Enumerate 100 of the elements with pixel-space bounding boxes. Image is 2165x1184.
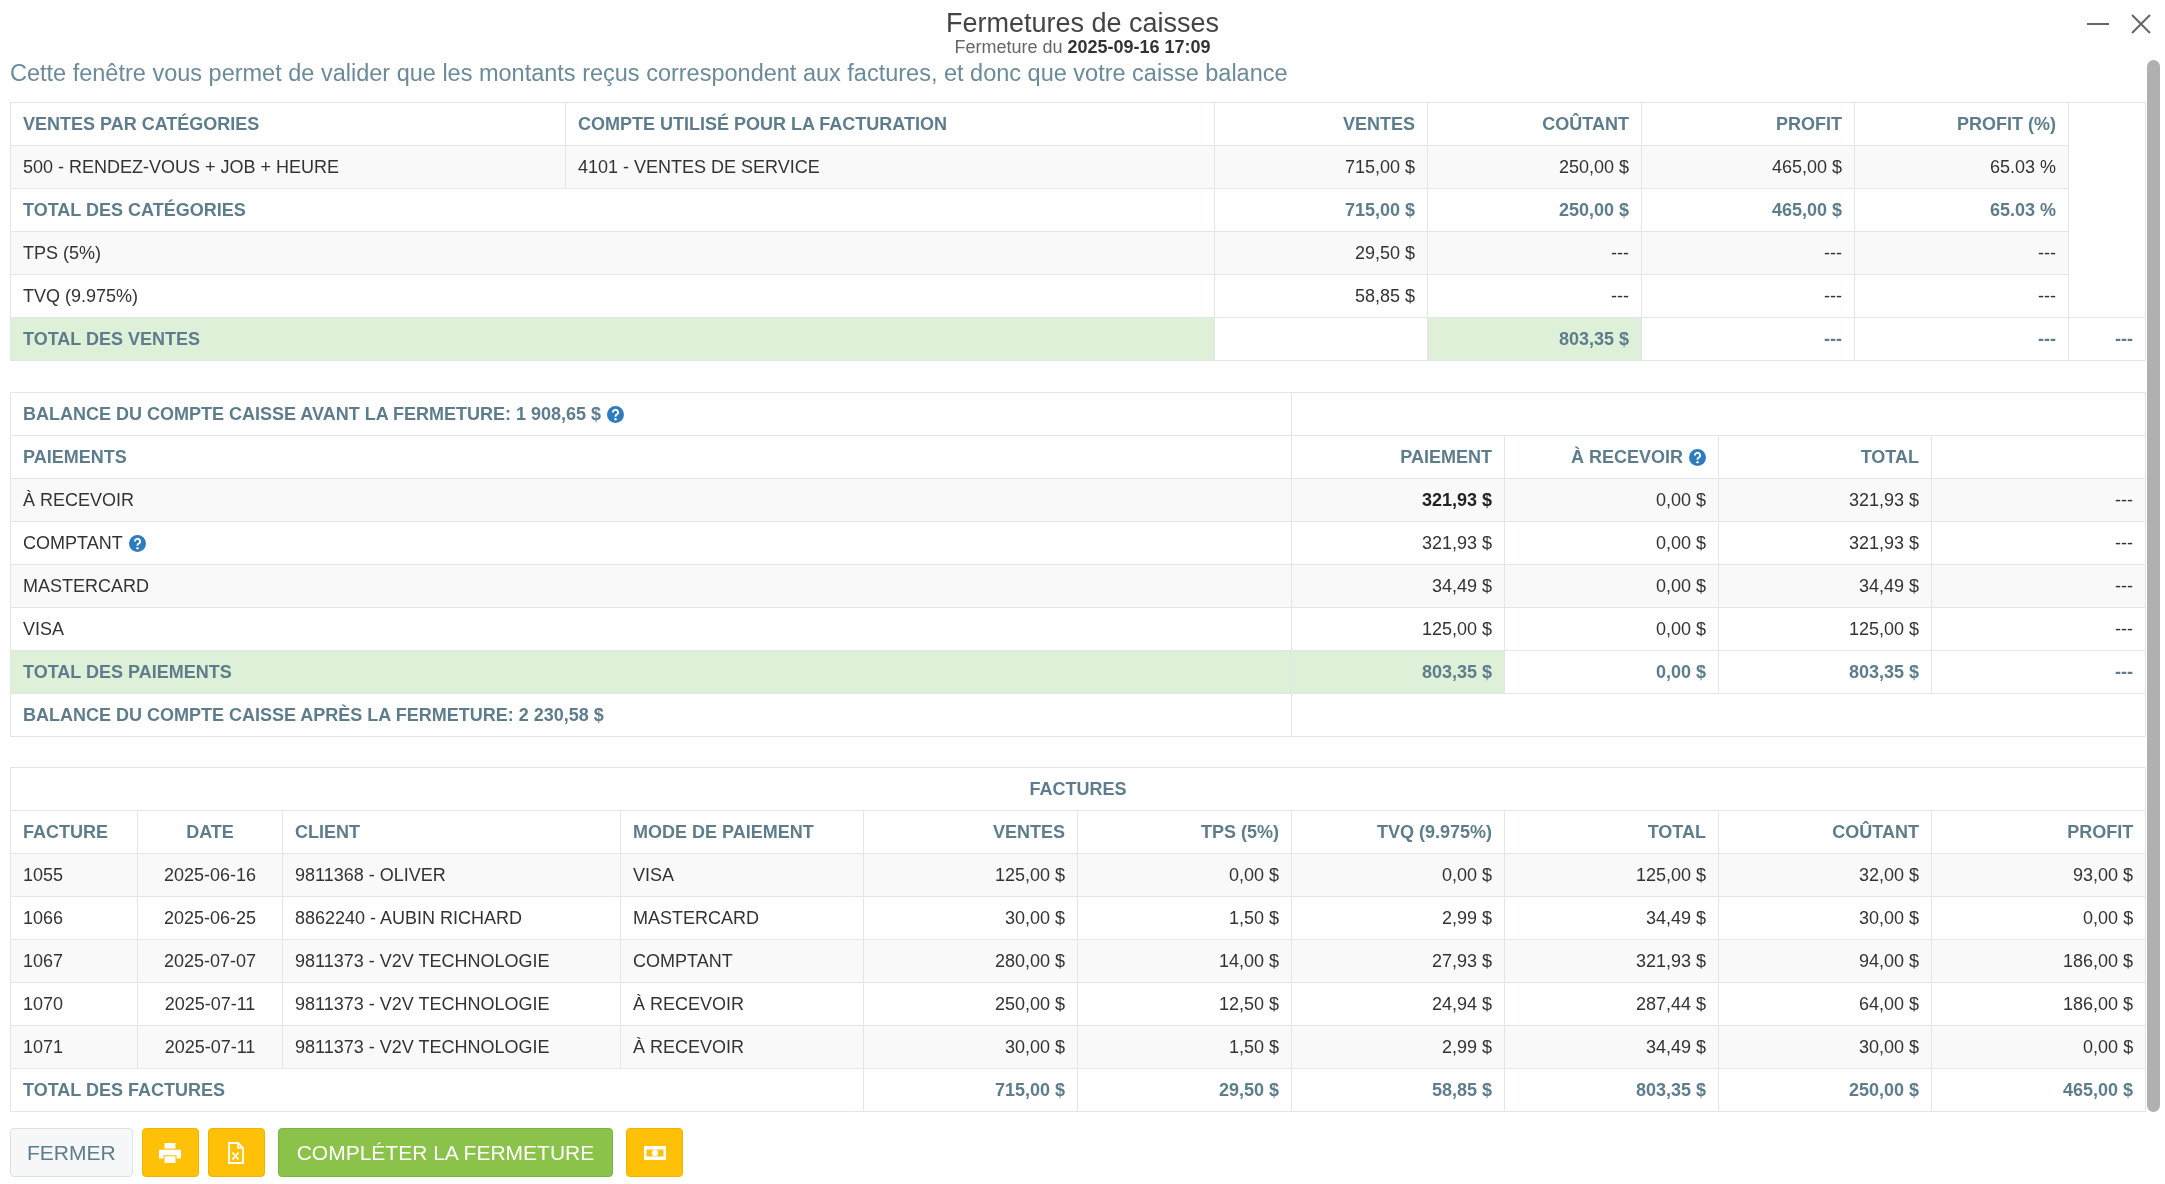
column-header: PROFIT: [1641, 102, 1855, 146]
table-cell: 34,49 $: [1291, 564, 1505, 608]
table-cell: 125,00 $: [1504, 853, 1719, 897]
table-title: FACTURES: [10, 767, 2146, 811]
table-cell: 321,93 $: [1504, 939, 1719, 983]
printer-icon: [159, 1141, 182, 1164]
table-cell: 0,00 $: [1077, 853, 1292, 897]
table-cell: 9811368 - OLIVER: [282, 853, 621, 897]
table-cell: 9811373 - V2V TECHNOLOGIE: [282, 1025, 621, 1069]
total-cell: 0,00 $: [1504, 650, 1719, 694]
table-cell: 2025-06-25: [137, 896, 283, 940]
total-cell: 250,00 $: [1718, 1068, 1932, 1112]
close-button[interactable]: FERMER: [10, 1128, 133, 1177]
balance-label: BALANCE DU COMPTE CAISSE APRÈS LA FERMETURE: 2 230,58 $: [23, 704, 604, 726]
table-cell: ---: [1931, 607, 2146, 651]
column-header: DATE: [137, 810, 283, 854]
column-header: TOTAL: [1504, 810, 1719, 854]
table-cell: À RECEVOIR: [620, 1025, 864, 1069]
table-cell: ---: [1641, 231, 1855, 275]
table-cell: 32,00 $: [1718, 853, 1932, 897]
table-cell: 2,99 $: [1291, 896, 1505, 940]
table-cell: 125,00 $: [863, 853, 1078, 897]
table-cell: 24,94 $: [1291, 982, 1505, 1026]
table-cell: 2025-07-11: [137, 982, 283, 1026]
table-cell: ---: [1931, 564, 2146, 608]
table-cell: 94,00 $: [1718, 939, 1932, 983]
table-cell: 1071: [10, 1025, 138, 1069]
table-cell: 4101 - VENTES DE SERVICE: [565, 145, 1215, 189]
total-cell: 250,00 $: [1427, 188, 1642, 232]
complete-button[interactable]: COMPLÉTER LA FERMETURE: [277, 1128, 614, 1177]
table-cell: 9811373 - V2V TECHNOLOGIE: [282, 982, 621, 1026]
balance-label: BALANCE DU COMPTE CAISSE AVANT LA FERMETURE: 1 908,65 $: [23, 403, 602, 425]
total-label: TOTAL DES PAIEMENTS: [10, 650, 1292, 694]
table-cell: 2,99 $: [1291, 1025, 1505, 1069]
column-header: TPS (5%): [1077, 810, 1292, 854]
table-cell: 1070: [10, 982, 138, 1026]
table-cell: MASTERCARD: [23, 575, 149, 597]
total-cell: 29,50 $: [1077, 1068, 1292, 1112]
table-cell: 1055: [10, 853, 138, 897]
column-header: VENTES: [863, 810, 1078, 854]
table-cell: 14,00 $: [1077, 939, 1292, 983]
table-cell: 0,00 $: [1504, 607, 1719, 651]
total-cell: 803,35 $: [1291, 650, 1505, 694]
table-cell: 500 - RENDEZ-VOUS + JOB + HEURE: [10, 145, 566, 189]
table-cell: ---: [1931, 478, 2146, 522]
table-cell: 34,49 $: [1718, 564, 1932, 608]
scrollbar-thumb[interactable]: [2147, 60, 2160, 1112]
table-cell: ---: [1427, 231, 1642, 275]
column-header: COÛTANT: [1427, 102, 1642, 146]
total-cell: 465,00 $: [1931, 1068, 2146, 1112]
table-cell: 0,00 $: [1504, 478, 1719, 522]
column-header: MODE DE PAIEMENT: [620, 810, 864, 854]
table-cell: 1066: [10, 896, 138, 940]
column-header: PAIEMENT: [1400, 446, 1492, 468]
total-cell: 803,35 $: [1504, 1068, 1719, 1112]
table-cell: COMPTANT: [620, 939, 864, 983]
table-cell: 9811373 - V2V TECHNOLOGIE: [282, 939, 621, 983]
table-cell: VISA: [23, 618, 65, 640]
column-header: TOTAL: [1860, 446, 1919, 468]
help-icon[interactable]: [1689, 448, 1706, 466]
total-label: TOTAL DES FACTURES: [10, 1068, 864, 1112]
total-cell: 715,00 $: [863, 1068, 1078, 1112]
column-header: TVQ (9.975%): [1291, 810, 1505, 854]
table-cell: MASTERCARD: [620, 896, 864, 940]
table-cell: COMPTANT: [23, 532, 123, 554]
table-cell: ---: [1427, 274, 1642, 318]
table-cell: 321,93 $: [1718, 478, 1932, 522]
minimize-icon: [2087, 22, 2109, 25]
table-cell: TVQ (9.975%): [10, 274, 1215, 318]
total-cell: 465,00 $: [1641, 188, 1855, 232]
table-cell: 465,00 $: [1641, 145, 1855, 189]
table-cell: 12,50 $: [1077, 982, 1292, 1026]
total-cell: 803,35 $: [1718, 650, 1932, 694]
table-cell: 2025-07-07: [137, 939, 283, 983]
description-text: Cette fenêtre vous permet de valider que les montants reçus correspondent aux factures, et donc que votre caisse balance: [10, 59, 1289, 87]
table-cell: 0,00 $: [1291, 853, 1505, 897]
total-cell: ---: [2068, 317, 2146, 361]
table-cell: ---: [1641, 274, 1855, 318]
column-header: FACTURE: [10, 810, 138, 854]
total-cell: ---: [1854, 317, 2069, 361]
table-cell: 1,50 $: [1077, 1025, 1292, 1069]
table-cell: 30,00 $: [1718, 1025, 1932, 1069]
table-cell: 34,49 $: [1504, 896, 1719, 940]
help-icon[interactable]: [128, 534, 146, 552]
table-cell: 250,00 $: [863, 982, 1078, 1026]
help-icon[interactable]: [607, 405, 625, 423]
window-subtitle: Fermeture du 2025-09-16 17:09: [954, 38, 1211, 57]
close-button[interactable]: [2131, 13, 2151, 34]
total-label: TOTAL DES VENTES: [10, 317, 1215, 361]
table-cell: À RECEVOIR: [23, 489, 135, 511]
table-cell: 321,93 $: [1718, 521, 1932, 565]
minimize-button[interactable]: [2087, 22, 2109, 25]
table-cell: TPS (5%): [10, 231, 1215, 275]
table-cell: 30,00 $: [863, 1025, 1078, 1069]
table-cell: 2025-07-11: [137, 1025, 283, 1069]
table-cell: 8862240 - AUBIN RICHARD: [282, 896, 621, 940]
table-cell: 1,50 $: [1077, 896, 1292, 940]
column-header: VENTES PAR CATÉGORIES: [10, 102, 566, 146]
table-cell: 93,00 $: [1931, 853, 2146, 897]
table-cell: 1067: [10, 939, 138, 983]
